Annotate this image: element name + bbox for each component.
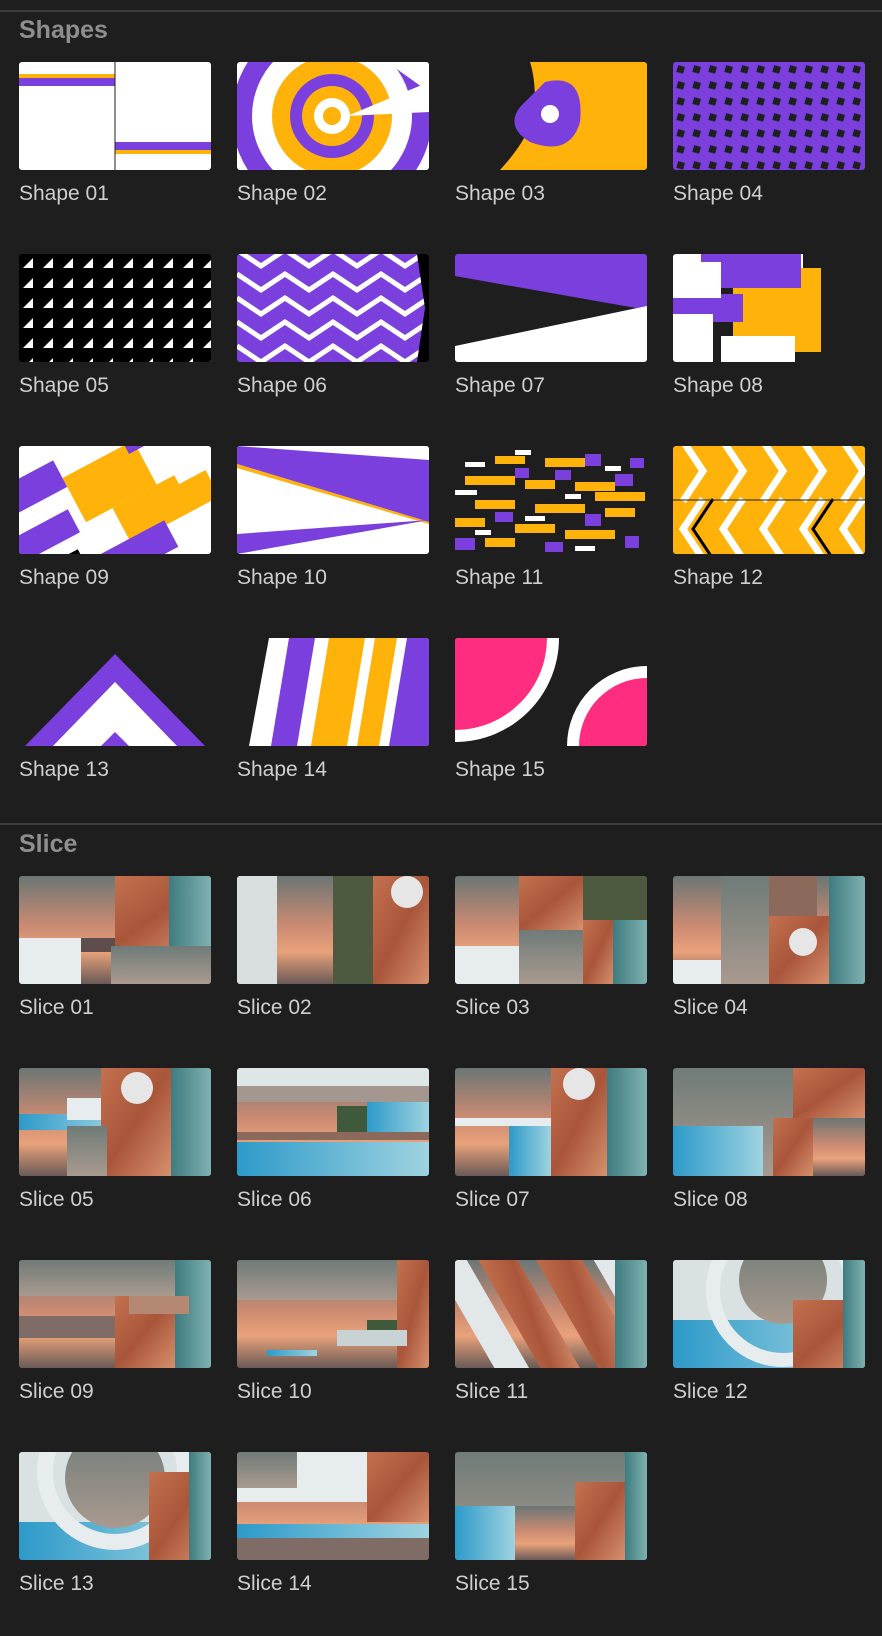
slice-tile-01[interactable]: Slice 01 xyxy=(19,876,211,1019)
tile-label: Slice 04 xyxy=(673,996,748,1019)
shape-tile-02[interactable]: Shape 02 xyxy=(237,62,429,205)
slice-tile-03[interactable]: Slice 03 xyxy=(455,876,647,1019)
shape-tile-12[interactable]: Shape 12 xyxy=(673,446,865,589)
shape-thumbnail xyxy=(19,254,211,362)
slice-tile-09[interactable]: Slice 09 xyxy=(19,1260,211,1403)
tile-label: Slice 08 xyxy=(673,1188,748,1211)
tile-label: Shape 07 xyxy=(455,374,545,397)
tile-label: Slice 12 xyxy=(673,1380,748,1403)
slice-tile-14[interactable]: Slice 14 xyxy=(237,1452,429,1595)
tile-label: Shape 05 xyxy=(19,374,109,397)
slice-thumbnail xyxy=(237,1068,429,1176)
shape-thumbnail xyxy=(455,254,647,362)
tile-label: Shape 11 xyxy=(455,566,544,589)
shape-tile-06[interactable]: Shape 06 xyxy=(237,254,429,397)
shape-thumbnail xyxy=(237,638,429,746)
shape-tile-03[interactable]: Shape 03 xyxy=(455,62,647,205)
shape-tile-04[interactable]: Shape 04 xyxy=(673,62,865,205)
tile-label: Slice 01 xyxy=(19,996,94,1019)
slice-thumbnail xyxy=(455,876,647,984)
shape-thumbnail xyxy=(237,254,429,362)
slice-thumbnail xyxy=(19,876,211,984)
tile-label: Shape 06 xyxy=(237,374,327,397)
slice-thumbnail xyxy=(237,876,429,984)
shape-thumbnail xyxy=(455,446,647,554)
shape-tile-01[interactable]: Shape 01 xyxy=(19,62,211,205)
tile-label: Slice 07 xyxy=(455,1188,530,1211)
slice-thumbnail xyxy=(19,1260,211,1368)
shape-thumbnail xyxy=(237,446,429,554)
tile-label: Shape 01 xyxy=(19,182,109,205)
tile-label: Slice 15 xyxy=(455,1572,530,1595)
top-divider xyxy=(0,10,882,12)
tile-label: Shape 04 xyxy=(673,182,763,205)
shape-thumbnail xyxy=(673,62,865,170)
tile-label: Slice 10 xyxy=(237,1380,312,1403)
slice-tile-06[interactable]: Slice 06 xyxy=(237,1068,429,1211)
shape-thumbnail xyxy=(237,62,429,170)
tile-label: Slice 03 xyxy=(455,996,530,1019)
slice-thumbnail xyxy=(455,1068,647,1176)
slice-tile-11[interactable]: Slice 11 xyxy=(455,1260,647,1403)
slice-thumbnail xyxy=(455,1260,647,1368)
slice-thumbnail xyxy=(19,1068,211,1176)
tile-label: Shape 10 xyxy=(237,566,327,589)
tile-label: Shape 08 xyxy=(673,374,763,397)
section-title-slice: Slice xyxy=(19,830,78,858)
tile-label: Shape 13 xyxy=(19,758,109,781)
transitions-browser: Shapes Shape 01 Shape 02 Shape 03 Shape … xyxy=(0,0,882,1636)
slice-tile-12[interactable]: Slice 12 xyxy=(673,1260,865,1403)
tile-label: Shape 09 xyxy=(19,566,109,589)
shape-tile-07[interactable]: Shape 07 xyxy=(455,254,647,397)
shape-tile-09[interactable]: Shape 09 xyxy=(19,446,211,589)
slice-thumbnail xyxy=(455,1452,647,1560)
tile-label: Shape 15 xyxy=(455,758,545,781)
slice-tile-10[interactable]: Slice 10 xyxy=(237,1260,429,1403)
section-title-shapes: Shapes xyxy=(19,16,108,44)
shape-thumbnail xyxy=(19,446,211,554)
tile-label: Shape 02 xyxy=(237,182,327,205)
slice-thumbnail xyxy=(19,1452,211,1560)
shape-tile-08[interactable]: Shape 08 xyxy=(673,254,865,397)
tile-label: Slice 09 xyxy=(19,1380,94,1403)
tile-label: Slice 14 xyxy=(237,1572,312,1595)
shape-thumbnail xyxy=(19,62,211,170)
slice-tile-05[interactable]: Slice 05 xyxy=(19,1068,211,1211)
tile-label: Slice 11 xyxy=(455,1380,529,1403)
shape-tile-14[interactable]: Shape 14 xyxy=(237,638,429,781)
slice-thumbnail xyxy=(673,1068,865,1176)
slice-tile-15[interactable]: Slice 15 xyxy=(455,1452,647,1595)
shape-tile-13[interactable]: Shape 13 xyxy=(19,638,211,781)
shape-thumbnail xyxy=(673,446,865,554)
slice-thumbnail xyxy=(237,1452,429,1560)
slice-tile-02[interactable]: Slice 02 xyxy=(237,876,429,1019)
tile-label: Shape 14 xyxy=(237,758,327,781)
shape-thumbnail xyxy=(455,638,647,746)
slice-tile-04[interactable]: Slice 04 xyxy=(673,876,865,1019)
slice-tile-07[interactable]: Slice 07 xyxy=(455,1068,647,1211)
tile-label: Slice 05 xyxy=(19,1188,94,1211)
shape-tile-10[interactable]: Shape 10 xyxy=(237,446,429,589)
tile-label: Shape 12 xyxy=(673,566,763,589)
slice-thumbnail xyxy=(673,1260,865,1368)
shape-thumbnail xyxy=(455,62,647,170)
slice-tile-13[interactable]: Slice 13 xyxy=(19,1452,211,1595)
shape-tile-15[interactable]: Shape 15 xyxy=(455,638,647,781)
section-divider xyxy=(0,823,882,825)
shape-thumbnail xyxy=(673,254,865,362)
shape-tile-11[interactable]: Shape 11 xyxy=(455,446,647,589)
slice-thumbnail xyxy=(237,1260,429,1368)
slice-tile-08[interactable]: Slice 08 xyxy=(673,1068,865,1211)
tile-label: Slice 02 xyxy=(237,996,312,1019)
tile-label: Slice 13 xyxy=(19,1572,94,1595)
tile-label: Slice 06 xyxy=(237,1188,312,1211)
tile-label: Shape 03 xyxy=(455,182,545,205)
shape-tile-05[interactable]: Shape 05 xyxy=(19,254,211,397)
shape-thumbnail xyxy=(19,638,211,746)
slice-thumbnail xyxy=(673,876,865,984)
